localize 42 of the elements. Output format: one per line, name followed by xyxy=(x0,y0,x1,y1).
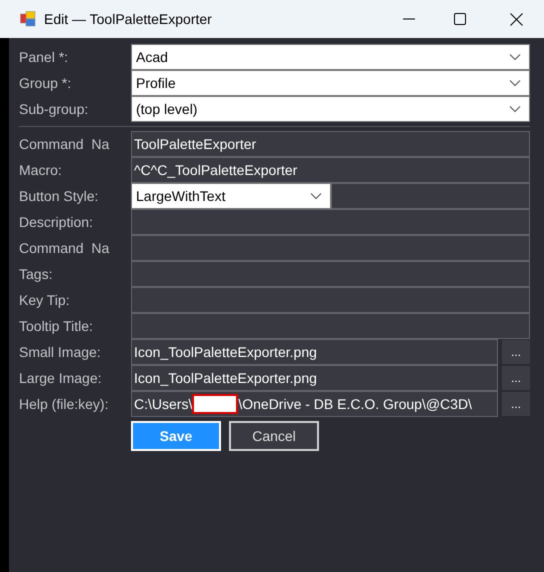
field-label: Large Image: xyxy=(19,368,102,388)
browse-button[interactable]: ... xyxy=(502,392,530,416)
field-label: Group *: xyxy=(19,74,72,93)
chevron-down-icon xyxy=(509,105,521,113)
input-field[interactable] xyxy=(131,209,530,235)
input-field[interactable] xyxy=(331,183,530,209)
dropdown[interactable]: (top level) xyxy=(131,96,530,122)
input-field[interactable] xyxy=(131,313,530,339)
field-label: Sub-group: xyxy=(19,100,90,119)
field-label: Small Image: xyxy=(19,342,102,362)
input-field[interactable] xyxy=(131,235,530,261)
minimize-icon xyxy=(403,18,415,20)
chevron-down-icon xyxy=(509,79,521,87)
input-field[interactable]: C:\Users\ \OneDrive - DB E.C.O. Group\@C3D\ xyxy=(131,391,498,417)
maximize-icon xyxy=(454,13,466,25)
app-icon xyxy=(20,11,36,27)
window-title: Edit — ToolPaletteExporter xyxy=(44,10,212,29)
browse-button[interactable]: ... xyxy=(502,366,530,390)
field-label: Panel *: xyxy=(19,48,70,66)
field-label: Description: xyxy=(19,212,94,232)
close-icon xyxy=(510,12,522,26)
chevron-down-icon xyxy=(310,192,322,200)
field-label: Button Style: xyxy=(19,186,100,206)
input-field[interactable] xyxy=(131,287,530,313)
input-field[interactable]: ^C^C_ToolPaletteExporter xyxy=(131,157,530,183)
chevron-down-icon xyxy=(509,53,521,61)
field-label: Command Na xyxy=(19,134,110,154)
field-label: Tooltip Title: xyxy=(19,316,94,336)
field-label: Help (file:key): xyxy=(19,394,110,414)
field-label: Command Na xyxy=(19,238,110,258)
input-field[interactable] xyxy=(131,261,530,287)
cancel-button[interactable]: Cancel xyxy=(229,421,319,451)
input-field[interactable]: Icon_ToolPaletteExporter.png xyxy=(131,339,498,365)
field-label: Key Tip: xyxy=(19,290,71,310)
dropdown[interactable]: Acad xyxy=(131,44,530,70)
field-label: Macro: xyxy=(19,160,63,180)
dropdown[interactable]: Profile xyxy=(131,70,530,96)
input-field[interactable]: Icon_ToolPaletteExporter.png xyxy=(131,365,498,391)
field-label: Tags: xyxy=(19,264,54,284)
browse-button[interactable]: ... xyxy=(502,340,530,364)
input-field[interactable]: ToolPaletteExporter xyxy=(131,131,530,157)
dropdown[interactable]: LargeWithText xyxy=(131,183,331,209)
